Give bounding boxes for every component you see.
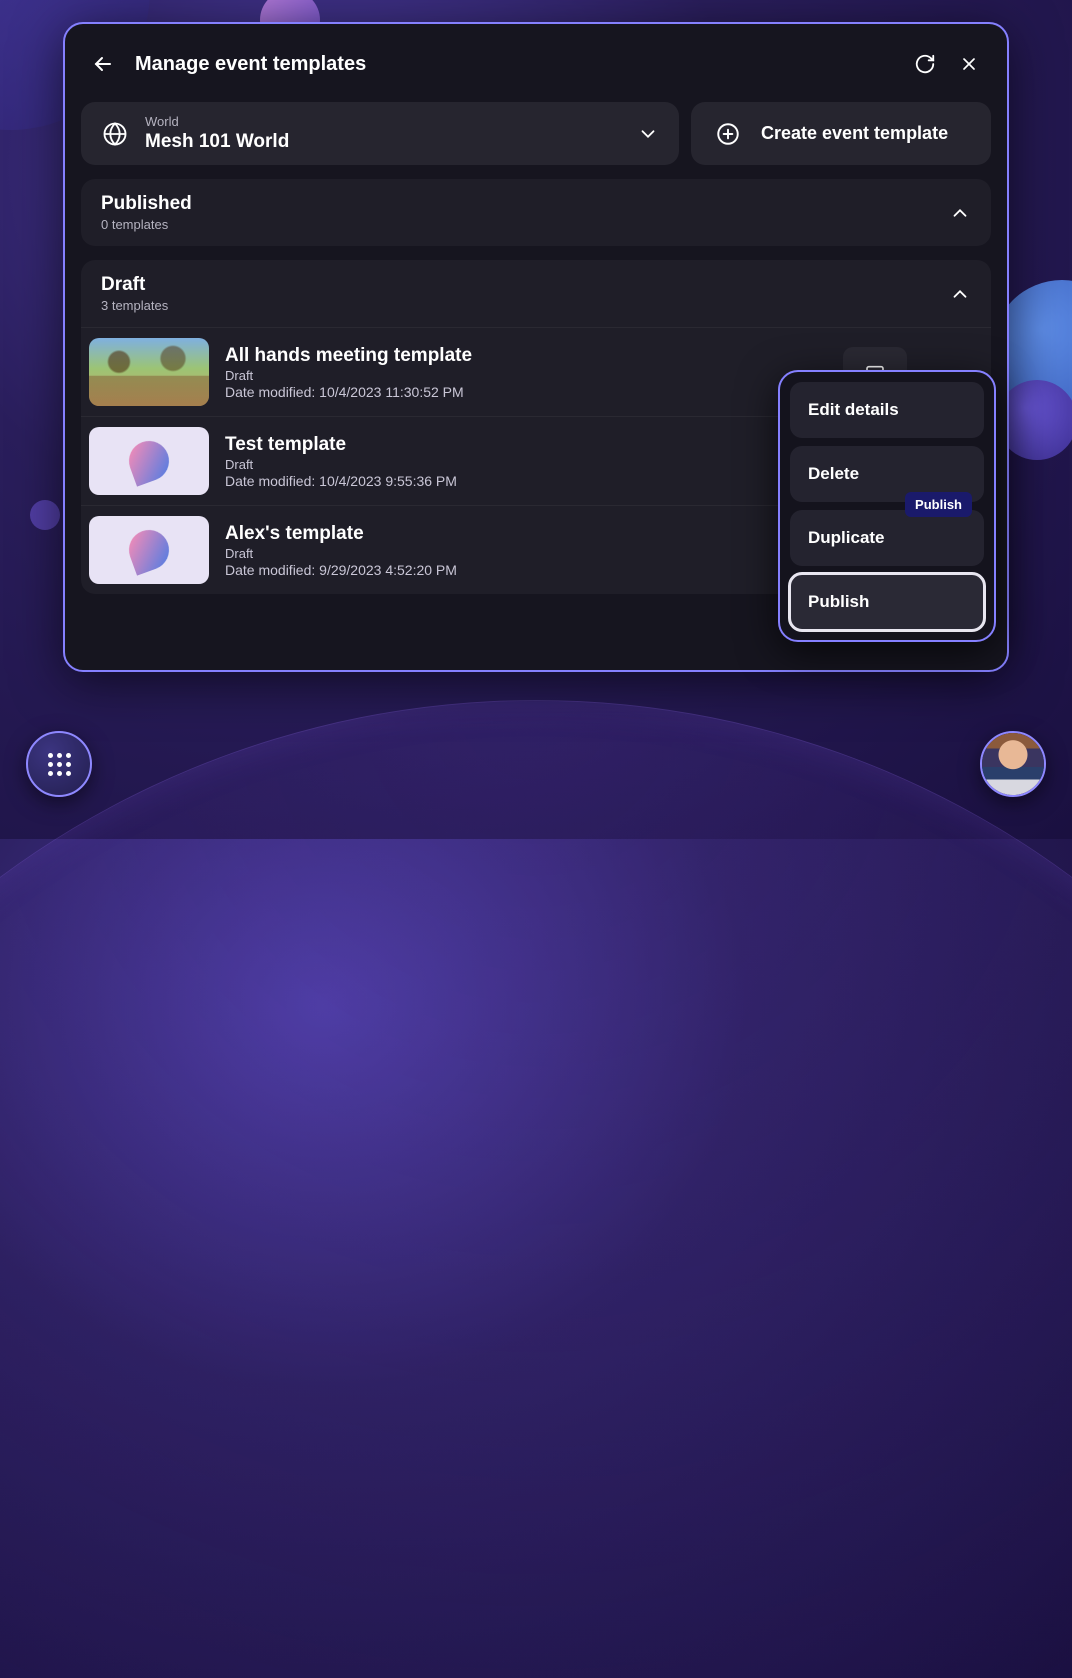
template-status: Draft	[225, 368, 827, 383]
controls-row: World Mesh 101 World Create event templa…	[81, 102, 991, 165]
world-label: World	[145, 114, 289, 129]
close-button[interactable]	[947, 42, 991, 86]
published-title: Published	[101, 193, 949, 215]
draft-header[interactable]: Draft 3 templates	[81, 260, 991, 327]
plus-circle-icon	[715, 121, 741, 147]
app-launcher-button[interactable]	[26, 731, 92, 797]
menu-publish[interactable]: Publish	[790, 574, 984, 630]
template-title: All hands meeting template	[225, 345, 827, 367]
page-title: Manage event templates	[135, 53, 903, 76]
grid-icon	[48, 753, 71, 776]
bg-decor	[0, 700, 1072, 1678]
globe-icon	[101, 120, 129, 148]
publish-tooltip: Publish	[905, 492, 972, 517]
world-value: Mesh 101 World	[145, 131, 289, 153]
template-date: Date modified: 10/4/2023 11:30:52 PM	[225, 384, 827, 400]
world-meta: World Mesh 101 World	[145, 114, 289, 153]
back-button[interactable]	[81, 42, 125, 86]
chevron-up-icon	[949, 202, 971, 224]
avatar-icon	[982, 733, 1044, 795]
chevron-down-icon	[637, 123, 659, 145]
create-template-label: Create event template	[761, 123, 948, 144]
template-thumbnail	[89, 427, 209, 495]
published-count: 0 templates	[101, 217, 949, 232]
template-thumbnail	[89, 338, 209, 406]
refresh-button[interactable]	[903, 42, 947, 86]
avatar-button[interactable]	[980, 731, 1046, 797]
create-template-button[interactable]: Create event template	[691, 102, 991, 165]
draft-title: Draft	[101, 274, 949, 296]
menu-edit-details[interactable]: Edit details	[790, 382, 984, 438]
bg-decor	[30, 500, 60, 530]
draft-count: 3 templates	[101, 298, 949, 313]
template-thumbnail	[89, 516, 209, 584]
chevron-up-icon	[949, 283, 971, 305]
menu-duplicate[interactable]: Duplicate	[790, 510, 984, 566]
template-info: All hands meeting template Draft Date mo…	[225, 345, 827, 400]
context-menu: Edit details Delete Duplicate Publish Pu…	[778, 370, 996, 642]
world-selector[interactable]: World Mesh 101 World	[81, 102, 679, 165]
published-header[interactable]: Published 0 templates	[81, 179, 991, 246]
published-section: Published 0 templates	[81, 179, 991, 246]
panel-header: Manage event templates	[81, 40, 991, 88]
